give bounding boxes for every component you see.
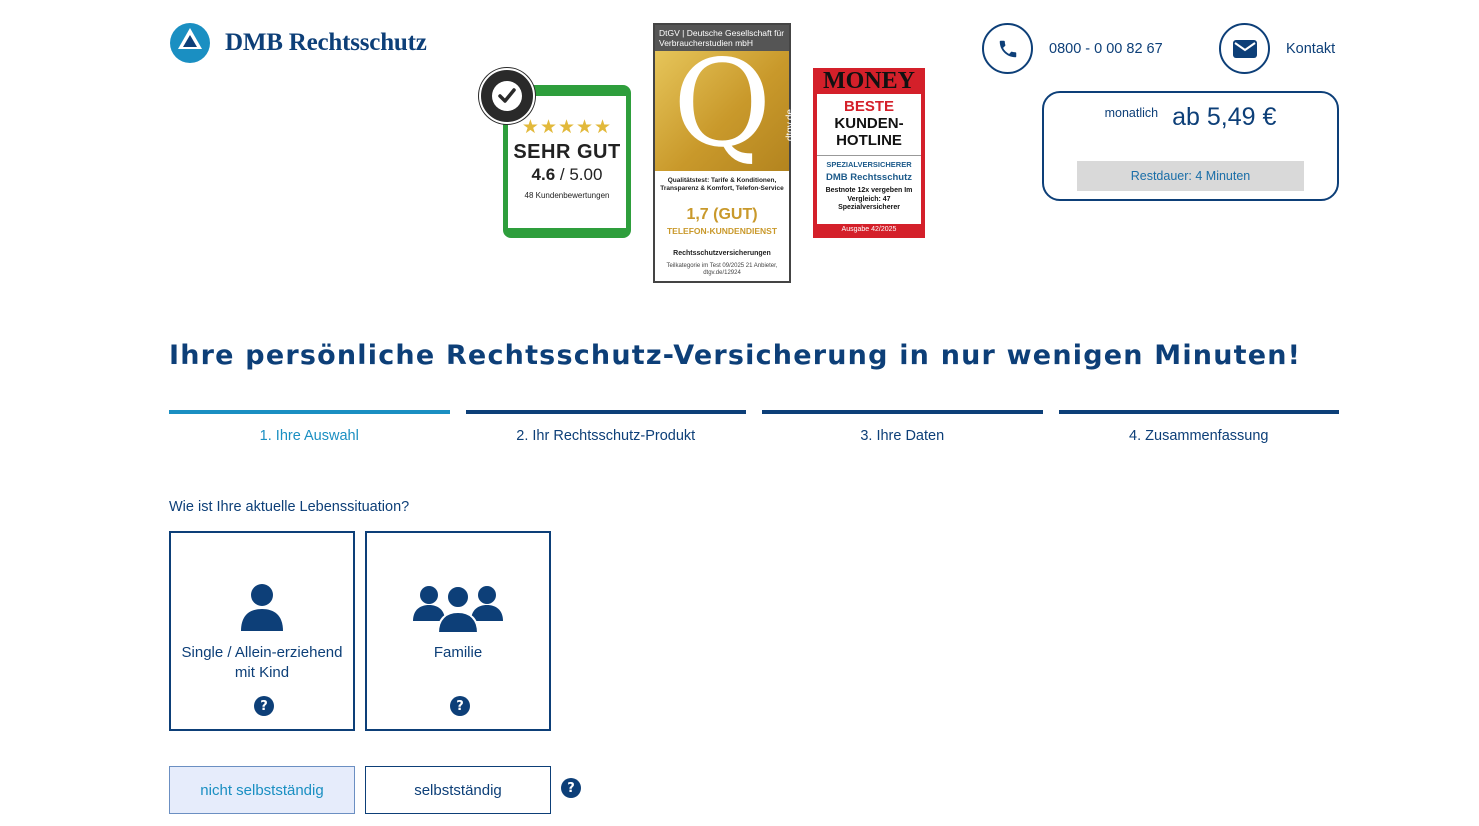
phone-contact[interactable]: 0800 - 0 00 82 67 [982, 23, 1163, 74]
life-situation-options: Single / Allein-erziehend mit Kind ? Fam… [169, 531, 551, 731]
brand-logo[interactable]: DMB Rechtsschutz [169, 22, 427, 64]
rating-word: SEHR GUT [513, 141, 621, 163]
dtgv-grade: 1,7 (GUT) [686, 206, 758, 223]
dtgv-url: dtgv.de [785, 109, 796, 142]
dtgv-product: Rechtsschutzversicherungen [673, 250, 771, 257]
option-single-label: Single / Allein-erziehend mit Kind [181, 644, 343, 681]
step-3: 3. Ihre Daten [762, 410, 1043, 444]
dtgv-category: TELEFON-KUNDENDIENST [666, 226, 778, 236]
dtgv-test-badge: DtGV | Deutsche Gesellschaft für Verbrau… [653, 23, 796, 283]
mail-contact[interactable]: Kontakt [1219, 23, 1335, 74]
price-period: monatlich [1104, 106, 1159, 120]
step-2: 2. Ihr Rechtsschutz-Produkt [465, 410, 746, 444]
money-issue: Ausgabe 42/2025 [841, 226, 897, 233]
phone-icon[interactable] [982, 23, 1033, 74]
dtgv-footnote: Teilkategorie im Test 09/2025 21 Anbiete… [666, 263, 778, 276]
focus-money-badge: MONEY BESTE KUNDEN- HOTLINE SPEZIALVERSI… [813, 68, 925, 238]
contact-link[interactable]: Kontakt [1286, 41, 1335, 57]
money-company: DMB Rechtsschutz [825, 172, 913, 183]
money-note: Bestnote 12x vergeben Im Vergleich: 47 S… [825, 187, 913, 211]
rating-score: 4.6 / 5.00 [531, 165, 603, 184]
progress-steps: 1. Ihre Auswahl 2. Ihr Rechtsschutz-Prod… [169, 410, 1339, 444]
help-icon[interactable]: ? [450, 696, 470, 716]
help-icon[interactable]: ? [254, 696, 274, 716]
rating-count: 48 Kundenbewertungen [524, 191, 610, 200]
money-masthead: MONEY [823, 67, 915, 94]
help-icon[interactable]: ? [561, 778, 581, 798]
family-icon [413, 585, 503, 633]
option-family[interactable]: Familie ? [365, 531, 551, 731]
logo-mark-icon [170, 23, 210, 63]
price-value: ab 5,49 € [1172, 103, 1277, 131]
remaining-time: Restdauer: 4 Minuten [1077, 161, 1304, 191]
brand-name: DMB Rechtsschutz [225, 29, 427, 56]
money-title: BESTE KUNDEN- HOTLINE [834, 98, 904, 149]
price-summary-box: monatlich ab 5,49 € Restdauer: 4 Minuten [1042, 91, 1339, 201]
phone-number[interactable]: 0800 - 0 00 82 67 [1049, 41, 1163, 57]
rating-stars: ★★★★★ [521, 117, 613, 138]
dtgv-q-seal: Q dtgv.de [655, 45, 796, 171]
dtgv-test-description: Qualitätstest: Tarife & Konditionen, Tra… [660, 177, 784, 192]
option-single[interactable]: Single / Allein-erziehend mit Kind ? [169, 531, 355, 731]
option-family-label: Familie [433, 644, 483, 661]
employment-options: nicht selbstständig selbstständig ? [169, 766, 581, 814]
question-label: Wie ist Ihre aktuelle Lebenssituation? [169, 499, 410, 515]
checkmark-seal-icon [479, 68, 535, 124]
person-icon [241, 584, 283, 631]
step-1[interactable]: 1. Ihre Auswahl [169, 410, 450, 444]
option-not-self-employed[interactable]: nicht selbstständig [169, 766, 355, 814]
envelope-icon[interactable] [1219, 23, 1270, 74]
option-self-employed[interactable]: selbstständig [365, 766, 551, 814]
step-4: 4. Zusammenfassung [1058, 410, 1339, 444]
q-letter-icon: Q [673, 35, 772, 174]
money-subtitle: SPEZIALVERSICHERER [817, 155, 921, 169]
page-title: Ihre persönliche Rechtsschutz-Versicheru… [169, 340, 1302, 371]
